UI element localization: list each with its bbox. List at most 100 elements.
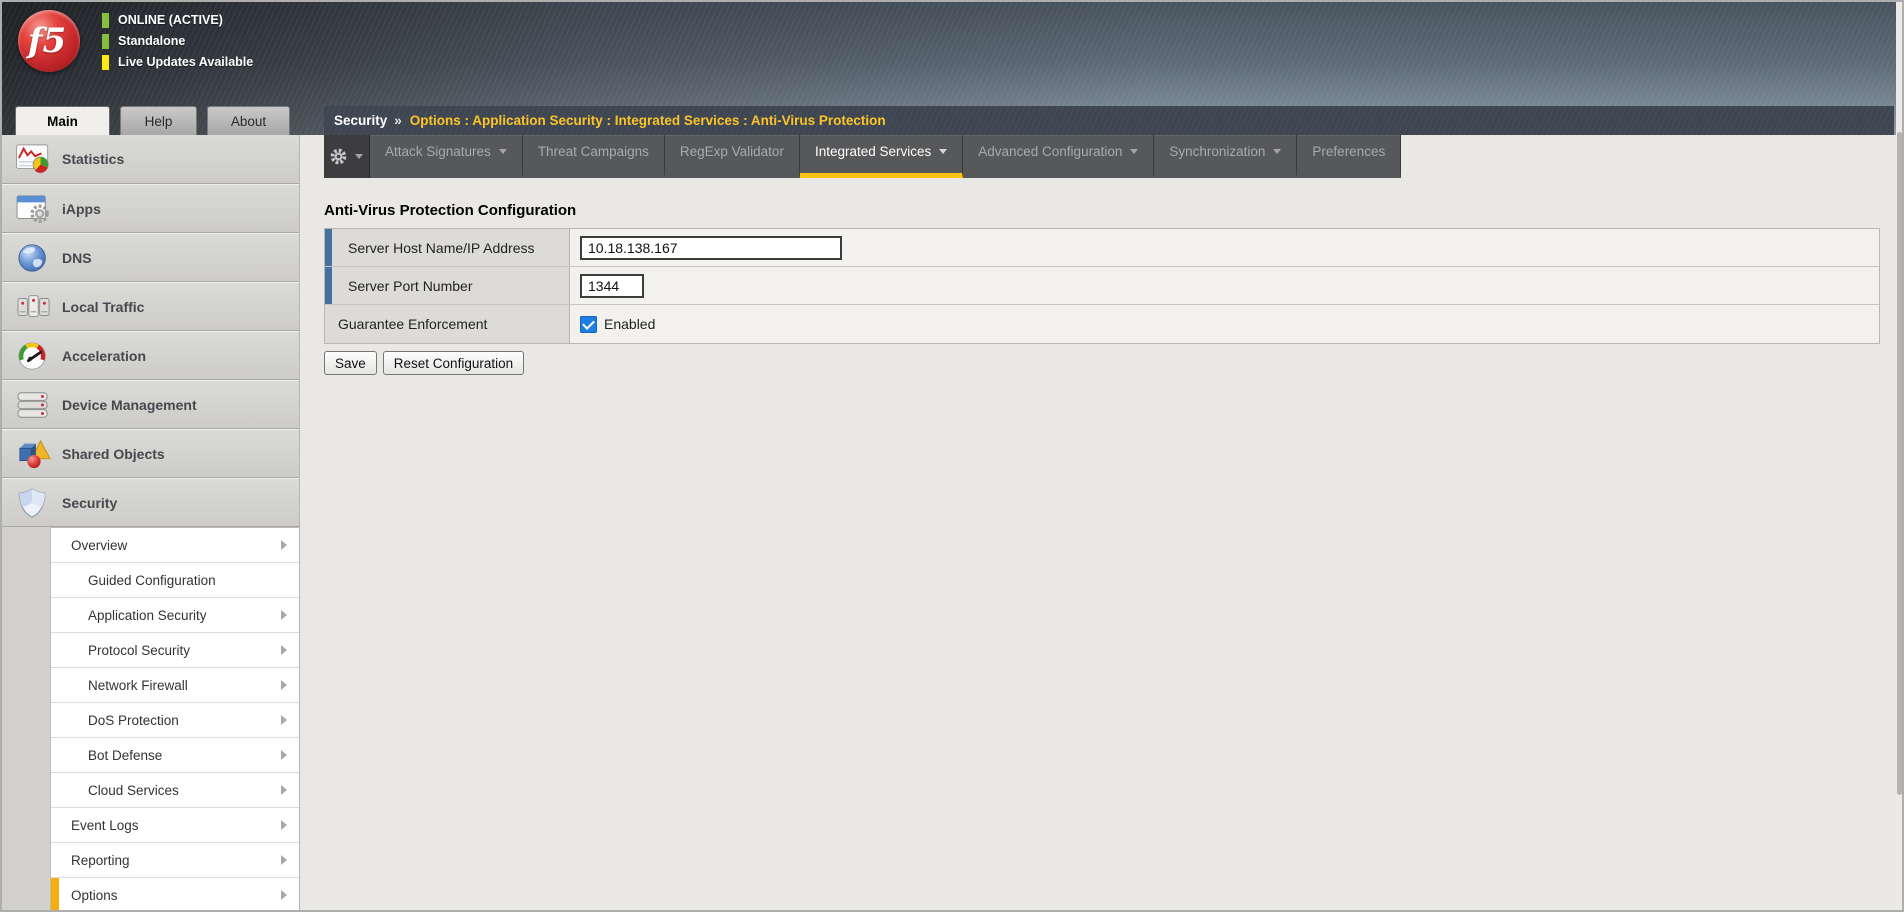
table-row: Server Port Number (325, 267, 1879, 305)
submenu-item-label: Reporting (71, 853, 130, 868)
device-status: ONLINE (ACTIVE) Standalone Live Updates … (102, 12, 253, 75)
chevron-right-icon (281, 540, 287, 550)
statistics-icon (12, 143, 56, 175)
guarantee-enforcement-checkbox[interactable] (580, 316, 597, 333)
chevron-down-icon (939, 149, 947, 154)
breadcrumb-separator: » (394, 113, 402, 128)
tab-integrated-services[interactable]: Integrated Services (800, 135, 963, 178)
shared-objects-icon (12, 438, 56, 470)
submenu-item-label: Bot Defense (88, 748, 162, 763)
row-value: Enabled (570, 305, 1879, 343)
tab-label: Preferences (1312, 144, 1385, 159)
submenu-item-cloud-services[interactable]: Cloud Services (51, 773, 299, 808)
checkbox-label: Enabled (604, 316, 655, 332)
tab-main[interactable]: Main (15, 106, 110, 135)
chevron-down-icon (1273, 149, 1281, 154)
status-label: Live Updates Available (118, 55, 253, 69)
chevron-right-icon (281, 855, 287, 865)
submenu-item-protocol-security[interactable]: Protocol Security (51, 633, 299, 668)
primary-tabs: Main Help About (15, 106, 300, 135)
status-row-live-updates: Live Updates Available (102, 54, 253, 70)
chevron-right-icon (281, 610, 287, 620)
submenu-item-application-security[interactable]: Application Security (51, 598, 299, 633)
sidebar-item-label: Device Management (62, 397, 197, 413)
masthead: f5 ONLINE (ACTIVE) Standalone Live Updat… (2, 2, 1902, 135)
gear-icon (330, 148, 347, 165)
status-row-standalone: Standalone (102, 33, 253, 49)
breadcrumb-section[interactable]: Security (334, 113, 387, 128)
tab-synchronization[interactable]: Synchronization (1154, 135, 1297, 178)
tab-preferences[interactable]: Preferences (1297, 135, 1401, 178)
submenu-item-dos-protection[interactable]: DoS Protection (51, 703, 299, 738)
submenu-item-bot-defense[interactable]: Bot Defense (51, 738, 299, 773)
vertical-scrollbar[interactable] (1896, 2, 1902, 910)
main-navigation-sidebar: Statistics iApps (2, 135, 300, 910)
chevron-down-icon (1130, 149, 1138, 154)
chevron-right-icon (281, 680, 287, 690)
sidebar-item-acceleration[interactable]: Acceleration (2, 331, 299, 380)
tab-advanced-configuration[interactable]: Advanced Configuration (963, 135, 1154, 178)
row-value (570, 267, 1879, 304)
row-label: Server Port Number (325, 267, 570, 304)
tab-label: Attack Signatures (385, 144, 491, 159)
submenu-item-options[interactable]: Options (51, 878, 299, 910)
sidebar-item-label: Security (62, 495, 117, 511)
submenu-item-guided-configuration[interactable]: Guided Configuration (51, 563, 299, 598)
submenu-item-reporting[interactable]: Reporting (51, 843, 299, 878)
submenu-item-event-logs[interactable]: Event Logs (51, 808, 299, 843)
sidebar-item-security[interactable]: Security (2, 478, 299, 527)
sidebar-item-statistics[interactable]: Statistics (2, 135, 299, 184)
tab-label: Threat Campaigns (538, 144, 649, 159)
sidebar-item-label: DNS (62, 250, 92, 266)
tab-label: Synchronization (1169, 144, 1265, 159)
antivirus-config-table: Server Host Name/IP Address Server Port … (324, 228, 1880, 344)
chevron-right-icon (281, 645, 287, 655)
server-port-input[interactable] (580, 274, 644, 298)
tab-threat-campaigns[interactable]: Threat Campaigns (523, 135, 665, 178)
local-traffic-icon (12, 291, 56, 323)
table-row: Guarantee Enforcement Enabled (325, 305, 1879, 343)
tab-help[interactable]: Help (120, 106, 197, 135)
f5-logo-text: f5 (28, 24, 70, 58)
sidebar-item-shared-objects[interactable]: Shared Objects (2, 429, 299, 478)
tab-options-menu[interactable] (324, 135, 370, 178)
sidebar-item-label: Shared Objects (62, 446, 165, 462)
security-shield-icon (12, 487, 56, 519)
tab-about[interactable]: About (207, 106, 290, 135)
chevron-right-icon (281, 785, 287, 795)
tab-attack-signatures[interactable]: Attack Signatures (370, 135, 523, 178)
content-area: Anti-Virus Protection Configuration Serv… (300, 178, 1902, 375)
chevron-down-icon (499, 149, 507, 154)
row-label: Guarantee Enforcement (325, 305, 570, 343)
sidebar-item-dns[interactable]: DNS (2, 233, 299, 282)
chevron-right-icon (281, 820, 287, 830)
tab-label: RegExp Validator (680, 144, 784, 159)
device-management-icon (12, 389, 56, 421)
sidebar-item-label: iApps (62, 201, 101, 217)
status-label: Standalone (118, 34, 185, 48)
tab-regexp-validator[interactable]: RegExp Validator (665, 135, 800, 178)
iapps-icon (12, 193, 56, 225)
reset-configuration-button[interactable]: Reset Configuration (383, 351, 524, 375)
status-label: ONLINE (ACTIVE) (118, 13, 223, 27)
tab-label: Advanced Configuration (978, 144, 1122, 159)
server-host-input[interactable] (580, 236, 842, 260)
submenu-item-overview[interactable]: Overview (51, 528, 299, 563)
secondary-tabbar: Attack Signatures Threat Campaigns RegEx… (324, 135, 1401, 178)
sidebar-item-label: Local Traffic (62, 299, 144, 315)
submenu-item-label: Event Logs (71, 818, 139, 833)
chevron-right-icon (281, 890, 287, 900)
scrollbar-thumb[interactable] (1897, 132, 1902, 795)
save-button[interactable]: Save (324, 351, 377, 375)
tab-label: Integrated Services (815, 144, 931, 159)
sidebar-item-label: Acceleration (62, 348, 146, 364)
status-indicator-icon (102, 13, 109, 28)
sidebar-item-iapps[interactable]: iApps (2, 184, 299, 233)
security-submenu: Overview Guided Configuration Applicatio… (50, 527, 299, 910)
sidebar-item-label: Statistics (62, 151, 124, 167)
submenu-item-label: Network Firewall (88, 678, 188, 693)
sidebar-item-local-traffic[interactable]: Local Traffic (2, 282, 299, 331)
sidebar-item-device-management[interactable]: Device Management (2, 380, 299, 429)
submenu-item-network-firewall[interactable]: Network Firewall (51, 668, 299, 703)
breadcrumb: Security » Options : Application Securit… (324, 106, 1894, 135)
